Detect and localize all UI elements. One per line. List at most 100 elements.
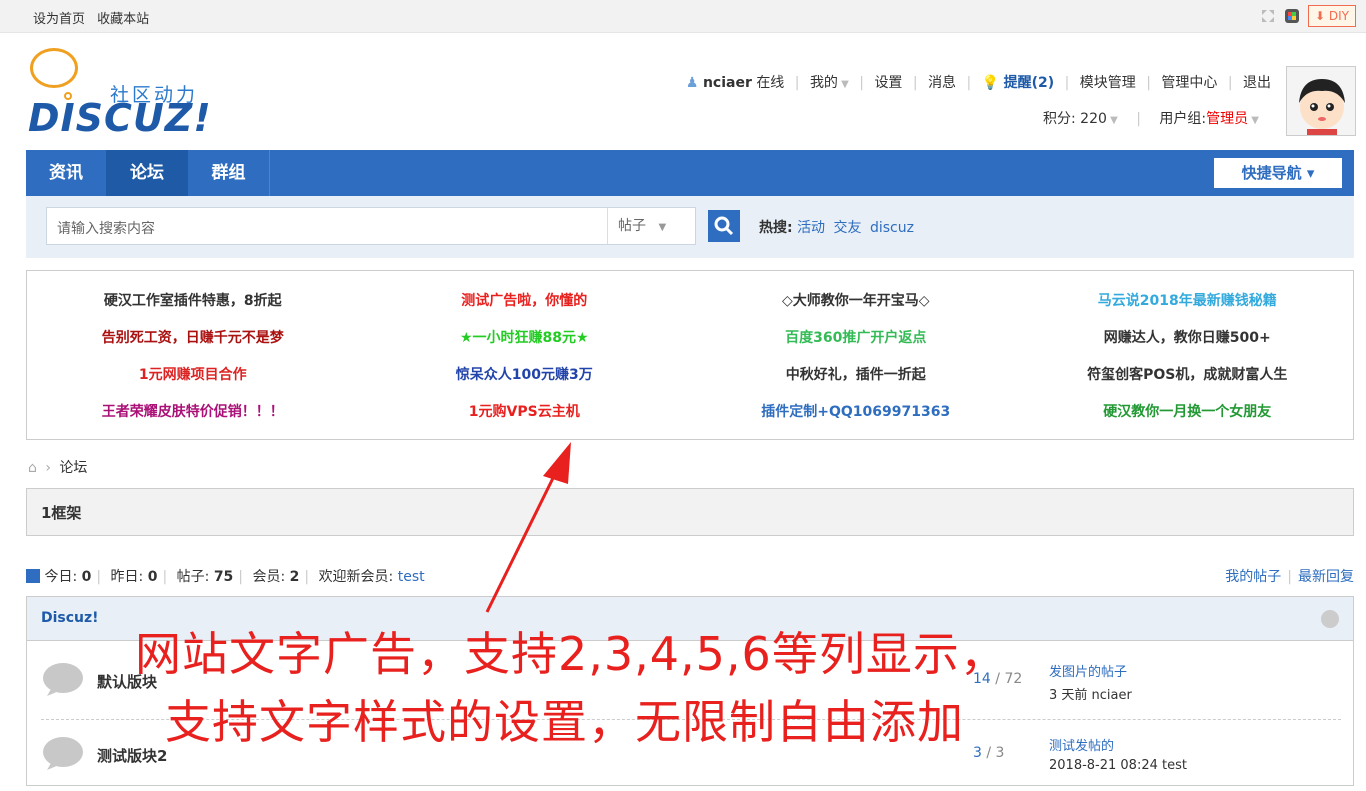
avatar[interactable] (1286, 66, 1356, 136)
my-menu[interactable]: 我的 (810, 75, 838, 91)
home-icon[interactable]: ⌂ (28, 460, 37, 476)
annotation-line-2: 支持文字样式的设置，无限制自由添加 (165, 695, 964, 749)
members-label: 会员: (252, 569, 286, 585)
last-post-title[interactable]: 发图片的帖子 (1049, 661, 1132, 680)
ad-link[interactable]: 硬汉教你一月换一个女朋友 (1022, 392, 1354, 429)
header: 社区动力 DISCUZ! ♟ nciaer 在线 | 我的 ▼ | 设置 | 消… (0, 34, 1366, 150)
forum-bubble-icon[interactable] (41, 735, 85, 771)
group-value[interactable]: 管理员 (1206, 111, 1248, 127)
ad-link[interactable]: 1元网赚项目合作 (27, 355, 359, 392)
search-placeholder: 请输入搜索内容 (57, 221, 155, 237)
top-bar: 设为首页 收藏本站 ⬇ DIY (0, 0, 1366, 33)
forum-name[interactable]: 测试版块2 (97, 745, 167, 766)
color-palette-icon[interactable] (1284, 8, 1300, 24)
points-value[interactable]: 220 (1080, 111, 1107, 127)
hot-label: 热搜: (759, 220, 793, 236)
frame-title: 1框架 (41, 504, 82, 522)
text-ads-panel: 硬汉工作室插件特惠，8折起 测试广告啦，你懂的 ◇大师教你一年开宝马◇ 马云说2018… (26, 270, 1354, 440)
post-count: 3 (995, 745, 1005, 761)
ad-link[interactable]: 中秋好礼，插件一折起 (690, 355, 1022, 392)
frame-box: 1框架 (26, 488, 1354, 536)
ad-link[interactable]: 符玺创客POS机，成就财富人生 (1022, 355, 1354, 392)
chart-icon (26, 569, 40, 583)
search-input[interactable]: 请输入搜索内容 帖子 ▼ (46, 207, 696, 245)
settings-link[interactable]: 设置 (874, 75, 902, 91)
hot-search: 热搜: 活动 交友 discuz (759, 217, 918, 237)
last-post: 发图片的帖子 3 天前 nciaer (1049, 661, 1132, 703)
remind-link[interactable]: 提醒(2) (1004, 75, 1055, 91)
ad-link[interactable]: ◇大师教你一年开宝马◇ (690, 281, 1022, 318)
quick-nav-label: 快捷导航 (1241, 164, 1302, 182)
my-posts-link[interactable]: 我的帖子 (1225, 569, 1281, 585)
forum-stats: 今日: 0 | 昨日: 0 | 帖子: 75 | 会员: 2 | 欢迎新会员: test (26, 566, 425, 586)
quick-nav-button[interactable]: 快捷导航 ▾ (1214, 158, 1342, 188)
ad-row: 硬汉工作室插件特惠，8折起 测试广告啦，你懂的 ◇大师教你一年开宝马◇ 马云说2018… (27, 281, 1353, 318)
welcome-label: 欢迎新会员: (318, 569, 394, 585)
site-logo[interactable]: 社区动力 DISCUZ! (28, 46, 248, 140)
hot-keyword[interactable]: 活动 (797, 220, 825, 236)
user-bar: ♟ nciaer 在线 | 我的 ▼ | 设置 | 消息 | 💡 提醒(2) |… (685, 75, 1271, 91)
ad-link[interactable]: 插件定制+QQ1069971363 (690, 392, 1022, 429)
nav-item-forum[interactable]: 论坛 (106, 150, 188, 196)
today-label: 今日: (44, 569, 78, 585)
main-nav: 资讯 论坛 群组 快捷导航 ▾ (26, 150, 1354, 196)
forum-category-title[interactable]: Discuz! (41, 610, 99, 626)
hot-keyword[interactable]: 交友 (834, 220, 862, 236)
bulb-icon: 💡 (981, 75, 1000, 91)
breadcrumb-current[interactable]: 论坛 (59, 460, 87, 476)
today-value: 0 (81, 569, 92, 585)
ad-row: 王者荣耀皮肤特价促销！！！ 1元购VPS云主机 插件定制+QQ1069971363 硬… (27, 392, 1353, 429)
posts-label: 帖子: (176, 569, 210, 585)
ad-link[interactable]: 测试广告啦，你懂的 (359, 281, 691, 318)
ad-link[interactable]: 网赚达人，教你日赚500+ (1022, 318, 1354, 355)
search-button[interactable] (708, 210, 740, 242)
latest-replies-link[interactable]: 最新回复 (1298, 569, 1354, 585)
ad-row: 1元网赚项目合作 惊呆众人100元赚3万 中秋好礼，插件一折起 符玺创客POS机，成就… (27, 355, 1353, 392)
user-info: 积分: 220 ▼ | 用户组:管理员 ▼ (1043, 111, 1259, 127)
nav-item-groups[interactable]: 群组 (188, 150, 270, 196)
messages-link[interactable]: 消息 (928, 75, 956, 91)
last-post: 测试发帖的 2018-8-21 08:24 test (1049, 735, 1187, 773)
ad-link[interactable]: 硬汉工作室插件特惠，8折起 (27, 281, 359, 318)
ad-link[interactable]: 惊呆众人100元赚3万 (359, 355, 691, 392)
points-label: 积分: (1043, 111, 1076, 127)
ad-link[interactable]: 马云说2018年最新赚钱秘籍 (1022, 281, 1354, 318)
forum-bubble-icon[interactable] (41, 661, 85, 697)
nav-item-news[interactable]: 资讯 (26, 150, 106, 196)
ads-table: 硬汉工作室插件特惠，8折起 测试广告啦，你懂的 ◇大师教你一年开宝马◇ 马云说2018… (27, 281, 1353, 429)
ad-link[interactable]: 百度360推广开户返点 (690, 318, 1022, 355)
set-home-link[interactable]: 设为首页 (33, 12, 85, 27)
group-label: 用户组: (1159, 111, 1207, 127)
ad-link[interactable]: 王者荣耀皮肤特价促销！！！ (27, 392, 359, 429)
favorite-link[interactable]: 收藏本站 (97, 12, 149, 27)
breadcrumb: ⌂ › 论坛 (28, 460, 88, 476)
collapse-icon[interactable] (1321, 610, 1339, 628)
logo-brand: DISCUZ! (28, 96, 212, 140)
search-type-select[interactable]: 帖子 ▼ (607, 208, 695, 244)
fullscreen-icon[interactable] (1260, 8, 1276, 24)
new-member-link[interactable]: test (398, 569, 425, 585)
ad-link[interactable]: 1元购VPS云主机 (359, 392, 691, 429)
ad-link[interactable]: 告别死工资，日赚千元不是梦 (27, 318, 359, 355)
posts-value: 75 (213, 569, 234, 585)
username-link[interactable]: nciaer (703, 75, 752, 91)
annotation-line-1: 网站文字广告，支持2,3,4,5,6等列显示， (135, 627, 1007, 681)
yesterday-value: 0 (147, 569, 158, 585)
diy-button[interactable]: ⬇ DIY (1308, 5, 1356, 27)
online-status[interactable]: 在线 (756, 75, 784, 91)
right-links: 我的帖子 | 最新回复 (1225, 569, 1354, 585)
mgmt-center-link[interactable]: 管理中心 (1161, 75, 1217, 91)
hot-keyword[interactable]: discuz (870, 220, 914, 236)
last-post-meta: 2018-8-21 08:24 test (1049, 758, 1187, 773)
logout-link[interactable]: 退出 (1243, 75, 1271, 91)
search-type-value: 帖子 (618, 218, 646, 234)
post-count: 72 (1004, 671, 1023, 687)
search-icon (714, 216, 734, 236)
diy-label: DIY (1328, 9, 1349, 23)
ad-link[interactable]: ★一小时狂赚88元★ (359, 318, 691, 355)
caret-down-icon: ▾ (1306, 164, 1315, 182)
module-mgmt-link[interactable]: 模块管理 (1080, 75, 1136, 91)
logo-bubble-icon (30, 48, 78, 88)
last-post-title[interactable]: 测试发帖的 (1049, 735, 1187, 754)
thread-count: 3 (973, 745, 982, 761)
